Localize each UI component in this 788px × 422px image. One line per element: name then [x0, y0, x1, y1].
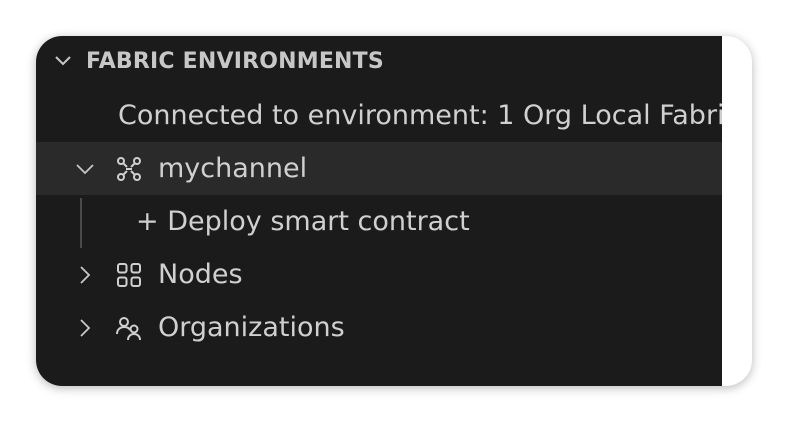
- chevron-down-icon[interactable]: [72, 156, 98, 182]
- deploy-smart-contract-item[interactable]: + Deploy smart contract: [36, 195, 722, 248]
- organizations-people-icon: [114, 313, 144, 343]
- connection-status-text: Connected to environment: 1 Org Local Fa…: [118, 100, 722, 131]
- fabric-environments-panel: FABRIC ENVIRONMENTS Connected to environ…: [36, 36, 722, 386]
- tree-item-label: mychannel: [158, 153, 308, 184]
- tree-item-label: Nodes: [158, 259, 243, 290]
- screenshot-frame: FABRIC ENVIRONMENTS Connected to environ…: [36, 36, 752, 386]
- section-title: FABRIC ENVIRONMENTS: [86, 48, 384, 74]
- chevron-right-icon[interactable]: [72, 315, 98, 341]
- deploy-smart-contract-label: + Deploy smart contract: [136, 206, 470, 237]
- tree-item-label: Organizations: [158, 312, 345, 343]
- tree-item-nodes[interactable]: Nodes: [36, 248, 722, 301]
- chevron-down-icon: [50, 48, 76, 74]
- tree-item-organizations[interactable]: Organizations: [36, 301, 722, 354]
- section-header[interactable]: FABRIC ENVIRONMENTS: [36, 36, 722, 86]
- chevron-right-icon[interactable]: [72, 262, 98, 288]
- connection-status-row: Connected to environment: 1 Org Local Fa…: [36, 89, 722, 142]
- tree-item-mychannel[interactable]: mychannel: [36, 142, 722, 195]
- nodes-grid-icon: [114, 260, 144, 290]
- channel-network-icon: [114, 154, 144, 184]
